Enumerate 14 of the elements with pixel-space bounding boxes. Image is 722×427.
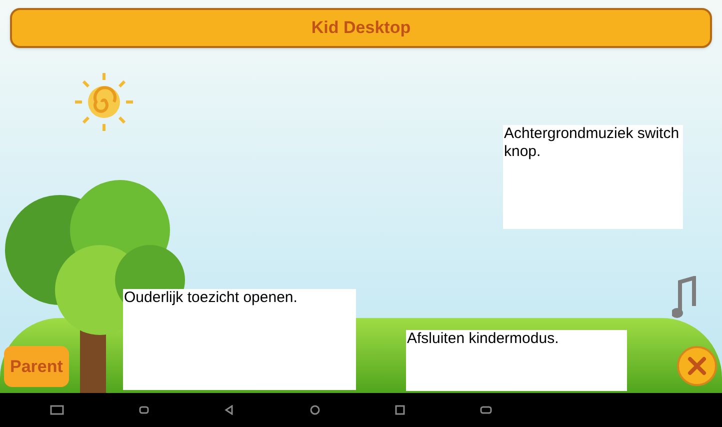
recent-apps-icon[interactable] — [394, 405, 405, 415]
home-icon[interactable] — [310, 405, 320, 415]
music-note-icon — [672, 276, 698, 320]
screenshot-icon[interactable] — [50, 405, 64, 415]
volume-up-icon[interactable] — [480, 405, 492, 415]
back-icon[interactable] — [224, 405, 234, 415]
annotation-note: Afsluiten kindermodus. — [406, 330, 627, 391]
volume-icon[interactable] — [139, 405, 150, 415]
window-title: Kid Desktop — [311, 17, 411, 40]
sun-icon — [72, 70, 136, 134]
annotation-note: Ouderlijk toezicht openen. — [123, 289, 356, 390]
close-icon — [687, 356, 707, 376]
parent-button[interactable]: Parent — [4, 346, 69, 387]
annotation-note: Achtergrondmuziek switch knop. — [503, 125, 683, 229]
